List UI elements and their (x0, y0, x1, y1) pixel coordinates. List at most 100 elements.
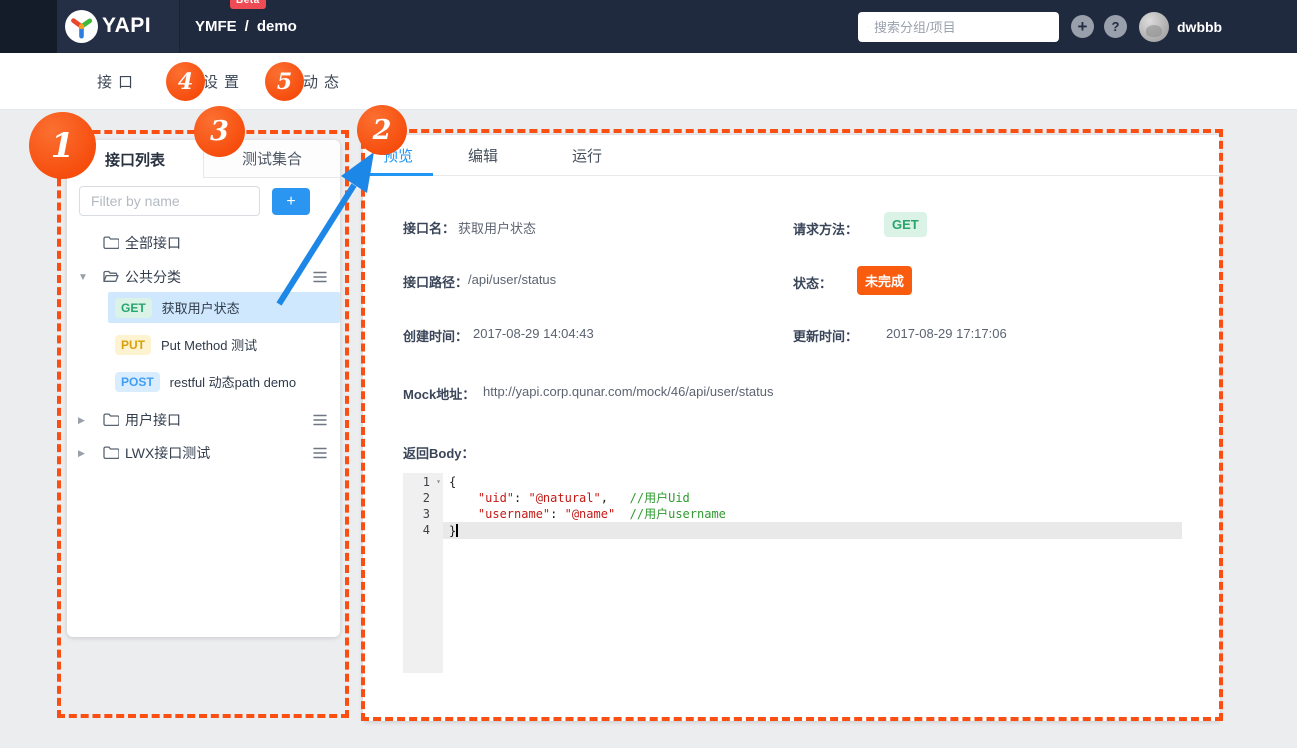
interface-list-panel: 接口列表 测试集合 + 全部接口 ▼ 公共分类 (67, 140, 340, 637)
line-number: 4 (410, 522, 430, 538)
tree-item-label: 公共分类 (125, 262, 181, 292)
api-item-get-user-status[interactable]: GET 获取用户状态 (108, 292, 340, 323)
filter-input[interactable] (79, 186, 260, 216)
response-body-editor[interactable]: 1 ▾ 2 3 4 { "uid": "@natural", //用户Uid "… (403, 473, 1182, 673)
updated-value: 2017-08-29 17:17:06 (886, 326, 1007, 341)
tree-item-label: 全部接口 (125, 228, 181, 258)
created-label: 创建时间： (403, 326, 468, 345)
tree-item-public-category[interactable]: ▼ 公共分类 (67, 262, 340, 292)
yapi-app: YAPI Beta YMFE / demo + ? dwbbb 接口 设置 (0, 0, 1297, 748)
api-name-label: 接口名： (403, 218, 455, 237)
annotation-number: 3 (210, 116, 229, 147)
breadcrumb-group[interactable]: YMFE (195, 18, 237, 35)
add-project-button[interactable]: + (1071, 15, 1094, 38)
code-line-4: } (449, 523, 458, 539)
method-badge-get: GET (115, 298, 152, 318)
tab-edit[interactable]: 编辑 (448, 135, 518, 176)
interface-detail-panel: 预览 编辑 运行 接口名： 获取用户状态 请求方法： GET 接口路径： /ap… (363, 135, 1220, 721)
subnav-item-interface[interactable]: 接口 (97, 53, 139, 109)
breadcrumb-project[interactable]: demo (257, 18, 297, 35)
search-input[interactable] (874, 20, 1050, 35)
line-number: 2 (410, 490, 430, 506)
annotation-number: 5 (277, 69, 292, 95)
method-label: 请求方法： (793, 219, 858, 238)
code-token: : (514, 491, 528, 505)
add-interface-button[interactable]: + (272, 188, 310, 215)
code-token (615, 507, 629, 521)
updated-label: 更新时间： (793, 326, 858, 345)
breadcrumb-separator: / (245, 18, 249, 35)
folder-icon (103, 236, 119, 249)
tree-item-user-interface[interactable]: ▶ 用户接口 (67, 405, 340, 435)
code-token (449, 507, 478, 521)
tree-item-label: LWX接口测试 (125, 438, 210, 468)
fold-caret-icon[interactable]: ▾ (436, 474, 441, 490)
code-token: } (449, 524, 456, 538)
detail-tabs: 预览 编辑 运行 (363, 135, 1220, 176)
method-badge-put: PUT (115, 335, 151, 355)
category-menu-icon[interactable] (313, 271, 327, 283)
code-token-string: "@natural" (528, 491, 600, 505)
yapi-logo-icon (65, 10, 98, 43)
code-token-comment: //用户username (630, 507, 726, 521)
caret-right-icon[interactable]: ▶ (78, 438, 85, 468)
caret-right-icon[interactable]: ▶ (78, 405, 85, 435)
tab-run[interactable]: 运行 (552, 135, 622, 176)
annotation-number: 2 (373, 115, 392, 146)
mock-url-value[interactable]: http://yapi.corp.qunar.com/mock/46/api/u… (483, 384, 773, 399)
username[interactable]: dwbbb (1177, 0, 1222, 53)
question-icon: ? (1112, 19, 1120, 34)
tree-item-all-interfaces[interactable]: 全部接口 (67, 228, 340, 258)
created-value: 2017-08-29 14:04:43 (473, 326, 594, 341)
mock-url-label: Mock地址： (403, 384, 475, 403)
status-label: 状态： (793, 273, 832, 292)
line-number: 1 (410, 474, 430, 490)
help-button[interactable]: ? (1104, 15, 1127, 38)
caret-down-icon[interactable]: ▼ (78, 262, 88, 292)
method-badge-post: POST (115, 372, 160, 392)
code-token-string: "@name" (565, 507, 616, 521)
tree-item-lwx-interface-test[interactable]: ▶ LWX接口测试 (67, 438, 340, 468)
code-token-string: "username" (478, 507, 550, 521)
status-badge: 未完成 (857, 266, 912, 295)
subnav-item-activity[interactable]: 动态 (303, 53, 345, 109)
navbar-corner-block (0, 0, 57, 53)
annotation-badge-4: 4 (166, 62, 205, 101)
editor-active-line-highlight (443, 522, 1182, 539)
annotation-number: 1 (51, 126, 75, 166)
code-token: , (601, 491, 630, 505)
code-token-string: "uid" (478, 491, 514, 505)
code-token: : (550, 507, 564, 521)
category-menu-icon[interactable] (313, 414, 327, 426)
folder-open-icon (103, 270, 119, 283)
plus-icon: + (286, 194, 295, 210)
api-item-label: Put Method 测试 (161, 335, 257, 354)
editor-gutter: 1 ▾ 2 3 4 (403, 473, 443, 673)
api-path-value: /api/user/status (468, 272, 556, 287)
line-number: 3 (410, 506, 430, 522)
code-line-1: { (449, 474, 456, 490)
api-item-put-method-test[interactable]: PUT Put Method 测试 (108, 329, 340, 360)
response-body-label: 返回Body： (403, 443, 475, 462)
annotation-badge-5: 5 (265, 62, 304, 101)
api-item-label: restful 动态path demo (170, 372, 296, 391)
api-path-label: 接口路径： (403, 272, 468, 291)
code-line-2: "uid": "@natural", //用户Uid (449, 490, 690, 506)
annotation-badge-3: 3 (194, 106, 245, 157)
folder-icon (103, 413, 119, 426)
logo-block[interactable]: YAPI Beta (57, 0, 180, 53)
annotation-badge-2: 2 (357, 105, 407, 155)
category-menu-icon[interactable] (313, 447, 327, 459)
search-box (858, 12, 1059, 42)
text-cursor (456, 524, 458, 537)
api-item-restful-path-demo[interactable]: POST restful 动态path demo (108, 366, 340, 397)
api-item-label: 获取用户状态 (162, 298, 240, 317)
method-get-badge: GET (884, 212, 927, 237)
avatar[interactable] (1139, 12, 1169, 42)
active-tab-underline (363, 173, 433, 176)
subnav-item-settings[interactable]: 设置 (203, 53, 245, 109)
folder-icon (103, 446, 119, 459)
annotation-badge-1: 1 (29, 112, 96, 179)
search-icon (867, 20, 868, 34)
top-navbar: YAPI Beta YMFE / demo + ? dwbbb (0, 0, 1297, 53)
